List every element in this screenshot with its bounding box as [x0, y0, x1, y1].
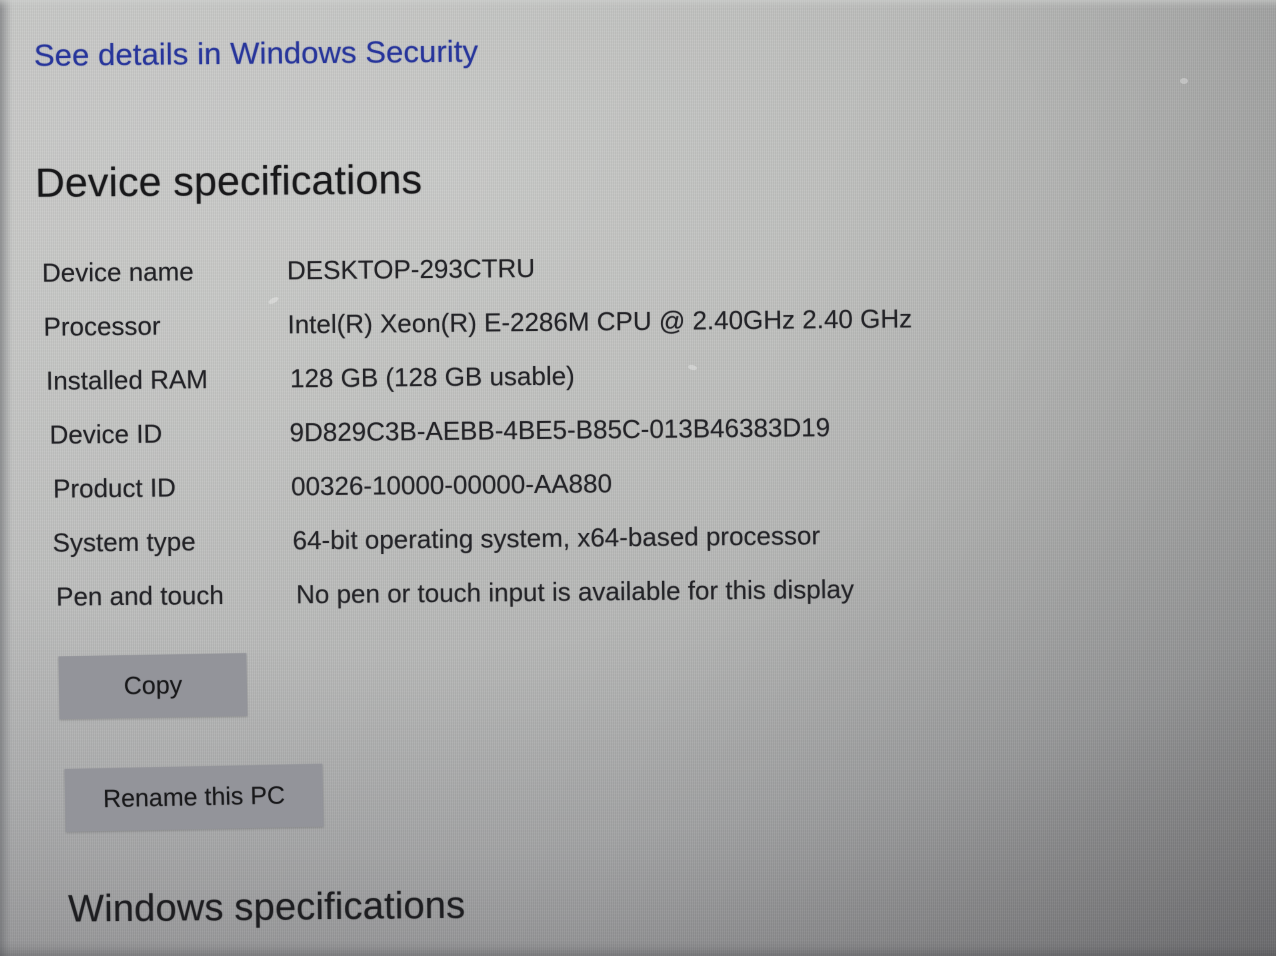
spec-row-pen-and-touch: Pen and touch No pen or touch input is a…	[1, 571, 1121, 636]
spec-label-device-id: Device ID	[49, 418, 163, 450]
spec-value-product-id: 00326-10000-00000-AA880	[290, 468, 613, 502]
windows-specifications-heading: Windows specifications	[67, 884, 466, 931]
spec-value-device-id: 9D829C3B-AEBB-4BE5-B85C-013B46383D19	[289, 412, 831, 448]
spec-value-pen-and-touch: No pen or touch input is available for t…	[295, 573, 855, 610]
spec-value-device-name: DESKTOP-293CTRU	[286, 252, 536, 286]
rename-this-pc-button[interactable]: Rename this PC	[64, 763, 324, 832]
device-specifications-table: Device name DESKTOP-293CTRU Processor In…	[0, 247, 1121, 636]
spec-value-processor: Intel(R) Xeon(R) E-2286M CPU @ 2.40GHz 2…	[287, 303, 913, 340]
spec-value-system-type: 64-bit operating system, x64-based proce…	[292, 520, 821, 556]
spec-label-product-id: Product ID	[52, 472, 177, 504]
settings-about-screen: See details in Windows Security Device s…	[0, 0, 1276, 956]
spec-label-pen-and-touch: Pen and touch	[55, 580, 224, 612]
spec-label-processor: Processor	[43, 310, 161, 342]
spec-value-installed-ram: 128 GB (128 GB usable)	[289, 360, 575, 394]
spec-label-device-name: Device name	[41, 256, 194, 288]
spec-label-system-type: System type	[52, 526, 196, 558]
device-specifications-heading: Device specifications	[34, 156, 423, 206]
copy-button[interactable]: Copy	[58, 653, 248, 720]
spec-label-installed-ram: Installed RAM	[45, 364, 209, 396]
see-details-in-windows-security-link[interactable]: See details in Windows Security	[34, 34, 479, 74]
